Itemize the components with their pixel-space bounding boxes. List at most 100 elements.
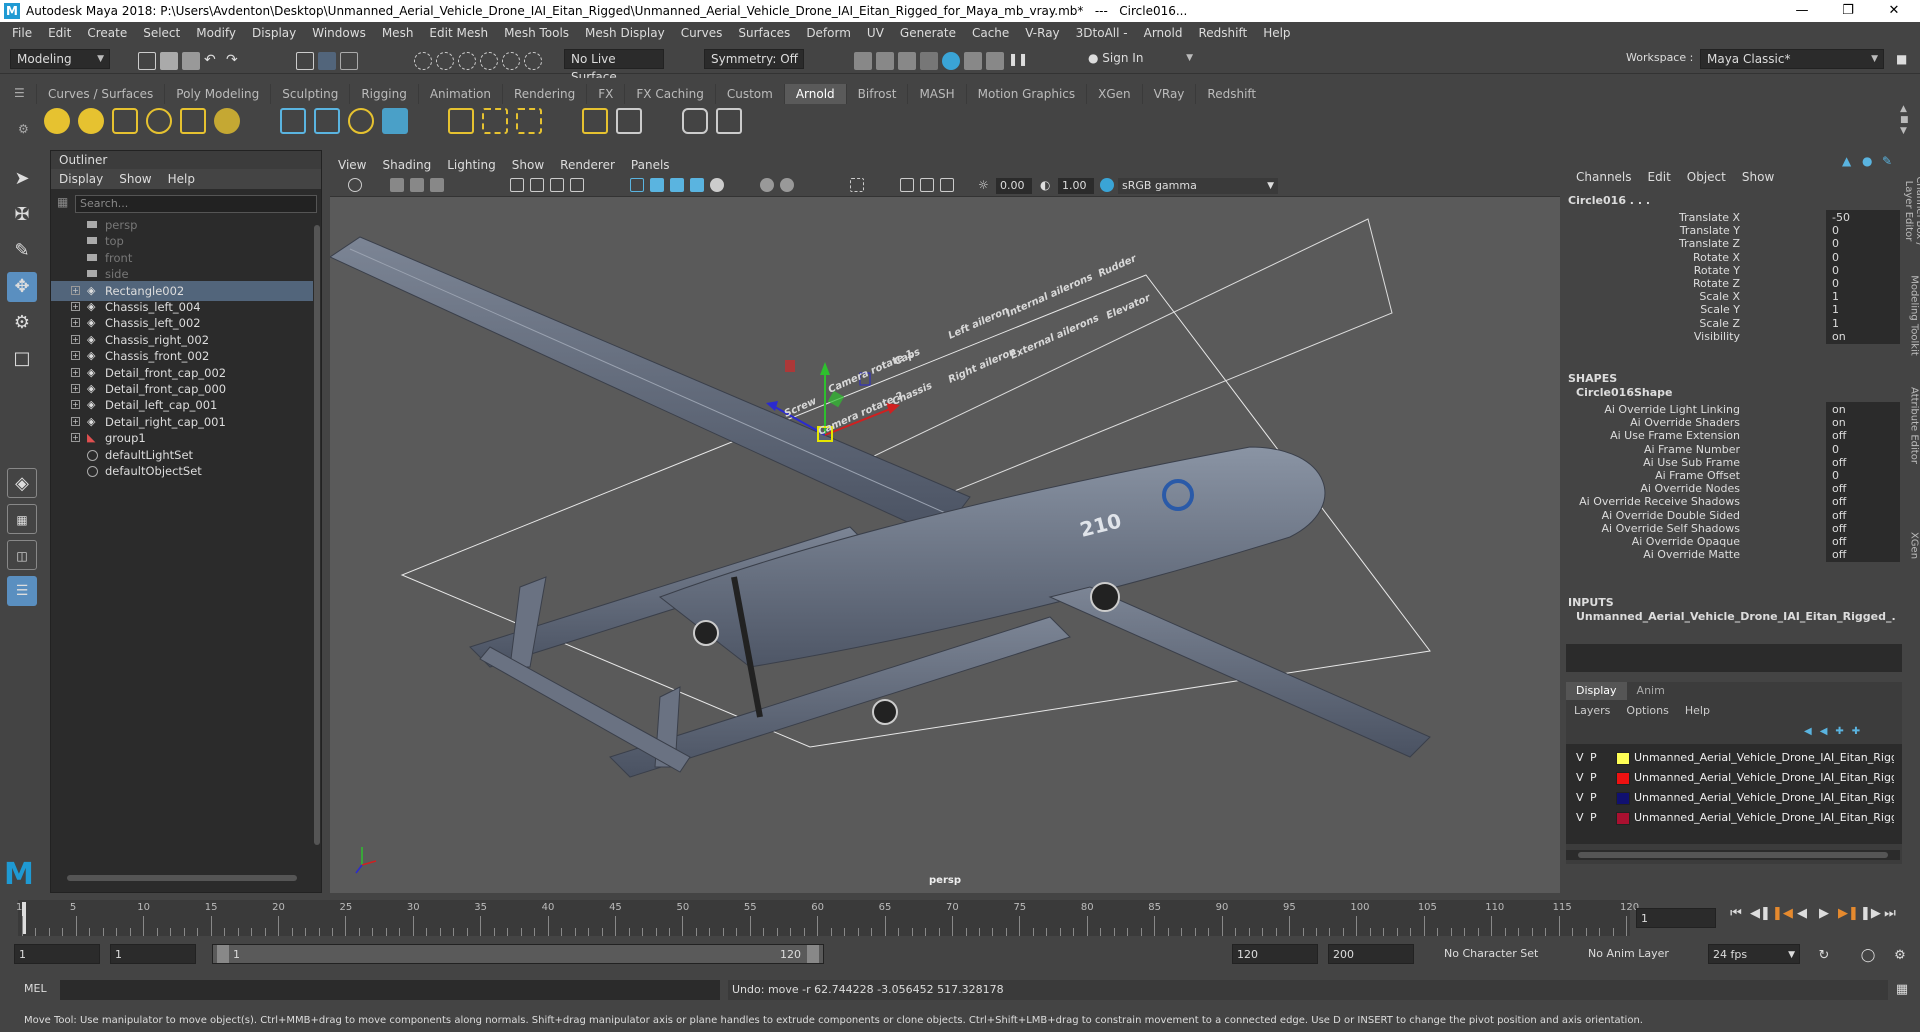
attribute-value-field[interactable]: off [1826, 547, 1900, 563]
command-input[interactable] [60, 980, 720, 1000]
range-start-handle[interactable] [217, 945, 229, 963]
current-frame-field[interactable]: 1 [1636, 908, 1716, 928]
image-plane-icon[interactable] [430, 178, 444, 192]
expand-icon[interactable]: + [71, 433, 80, 443]
skydome-light-icon[interactable] [146, 108, 172, 134]
volume-icon[interactable] [382, 108, 408, 134]
shelf-tab-xgen[interactable]: XGen [1086, 84, 1142, 104]
shelf-tab-arnold[interactable]: Arnold [783, 84, 846, 104]
mesh-light-icon[interactable] [180, 108, 206, 134]
color-space-dropdown[interactable]: sRGB gamma ▼ [1118, 178, 1278, 194]
shelf-tab-fx-caching[interactable]: FX Caching [624, 84, 714, 104]
outliner-item[interactable]: defaultObjectSet [51, 461, 313, 481]
step-forward-frame-icon[interactable]: ▶❚ [1838, 906, 1859, 922]
layer-visibility-toggle[interactable]: V [1576, 768, 1584, 788]
shelf-tab-rigging[interactable]: Rigging [349, 84, 417, 104]
layer-playback-toggle[interactable]: P [1590, 788, 1597, 808]
area-light-icon[interactable] [78, 108, 104, 134]
expand-icon[interactable]: + [71, 318, 80, 328]
select-component-icon[interactable] [340, 52, 358, 70]
step-forward-key-icon[interactable]: ❚▶ [1860, 906, 1881, 922]
export-standin-icon[interactable] [314, 108, 340, 134]
mode-dropdown[interactable]: Modeling ▼ [10, 49, 110, 69]
layer-hscrollbar[interactable] [1566, 850, 1900, 860]
scale-tool-icon[interactable]: □ [7, 344, 37, 374]
anim-layer-dropdown[interactable]: No Anim Layer [1584, 944, 1694, 964]
layer-visibility-toggle[interactable]: V [1576, 748, 1584, 768]
menu-deform[interactable]: Deform [798, 26, 859, 40]
menu-3dtoall[interactable]: 3DtoAll - [1068, 26, 1136, 40]
point-light-icon[interactable] [44, 108, 70, 134]
step-back-frame-icon[interactable]: ❚◀ [1772, 906, 1793, 922]
spot-light-icon[interactable] [112, 108, 138, 134]
scene-canvas[interactable]: 210 Rudder Elevator Internal ailerons Ex… [330, 197, 1560, 893]
gizmo-y-arrow-icon[interactable] [820, 362, 830, 375]
menu-file[interactable]: File [4, 26, 40, 40]
side-tab-modeling-toolkit[interactable]: Modeling Toolkit [1909, 270, 1920, 362]
step-back-key-icon[interactable]: ◀❚ [1750, 906, 1771, 922]
range-slider[interactable]: 1 120 [212, 944, 824, 964]
save-scene-icon[interactable] [182, 52, 200, 70]
gizmo-yz-plane-handle[interactable] [785, 360, 795, 372]
side-tab-attribute-editor[interactable]: Attribute Editor [1909, 380, 1920, 472]
go-to-end-icon[interactable]: ⏭ [1882, 906, 1898, 922]
exposure-field[interactable]: 0.00 [996, 178, 1032, 194]
viewport-menu-panels[interactable]: Panels [623, 158, 678, 172]
smooth-shade-icon[interactable] [650, 178, 664, 192]
layer-menu-help[interactable]: Help [1677, 704, 1718, 717]
menu-windows[interactable]: Windows [304, 26, 374, 40]
snap-projected-icon[interactable] [480, 52, 498, 70]
outliner-menu-show[interactable]: Show [111, 172, 159, 186]
expand-icon[interactable]: + [71, 351, 80, 361]
range-end-handle[interactable] [807, 945, 819, 963]
shelf-tab-redshift[interactable]: Redshift [1195, 84, 1267, 104]
auto-key-icon[interactable]: ◯ [1860, 948, 1876, 964]
minimize-icon[interactable]: — [1780, 0, 1824, 22]
pause-icon[interactable]: ❚❚ [1008, 52, 1028, 70]
channel-box-toggle-icon[interactable]: ▲ [1842, 154, 1856, 168]
menu-display[interactable]: Display [244, 26, 304, 40]
xray-joints-icon[interactable] [920, 178, 934, 192]
shelf-tab-motion-graphics[interactable]: Motion Graphics [965, 84, 1087, 104]
shelf-tab-vray[interactable]: VRay [1141, 84, 1196, 104]
outliner-search-input[interactable]: Search... [75, 195, 317, 213]
shelf-tab-poly-modeling[interactable]: Poly Modeling [164, 84, 270, 104]
attribute-editor-icon[interactable]: ✎ [1882, 154, 1896, 168]
expand-icon[interactable]: + [71, 302, 80, 311]
wireframe-icon[interactable] [630, 178, 644, 192]
script-language-label[interactable]: MEL [24, 982, 47, 995]
layer-color-swatch[interactable] [1616, 772, 1630, 785]
display-layer-row[interactable]: V P Unmanned_Aerial_Vehicle_Drone_IAI_Eita… [1572, 768, 1894, 788]
ipr-render-icon[interactable] [876, 52, 894, 70]
scene-end-field[interactable]: 200 [1328, 944, 1414, 964]
menu-curves[interactable]: Curves [673, 26, 731, 40]
standin-icon[interactable] [280, 108, 306, 134]
exposure-icon[interactable]: ☼ [978, 178, 992, 192]
snap-view-plane-icon[interactable] [502, 52, 520, 70]
lights-icon[interactable] [710, 178, 724, 192]
play-render-icon[interactable] [716, 108, 742, 134]
curve-collector-icon[interactable] [348, 108, 374, 134]
layer-color-swatch[interactable] [1616, 812, 1630, 825]
outliner-menu-display[interactable]: Display [51, 172, 111, 186]
snap-grid-icon[interactable] [414, 52, 432, 70]
display-layer-row[interactable]: V P Unmanned_Aerial_Vehicle_Drone_IAI_Eita… [1572, 808, 1894, 828]
menu-modify[interactable]: Modify [188, 26, 244, 40]
layer-menu-options[interactable]: Options [1618, 704, 1676, 717]
menu-surfaces[interactable]: Surfaces [730, 26, 798, 40]
move-tool-icon[interactable]: ✥ [7, 272, 37, 302]
color-management-icon[interactable] [1100, 178, 1114, 192]
render-settings-icon[interactable] [898, 52, 916, 70]
layout-four-icon[interactable]: ▦ [7, 504, 37, 534]
layer-visibility-toggle[interactable]: V [1576, 788, 1584, 808]
viewport-menu-lighting[interactable]: Lighting [439, 158, 504, 172]
snap-live-icon[interactable] [524, 52, 542, 70]
textured-icon[interactable] [690, 178, 704, 192]
filter-icon[interactable]: ▦ [57, 195, 71, 209]
hypershade-icon[interactable] [920, 52, 938, 70]
shelf-tab-fx[interactable]: FX [586, 84, 624, 104]
new-scene-icon[interactable] [138, 52, 156, 70]
expand-icon[interactable]: + [71, 334, 80, 344]
menu-redshift[interactable]: Redshift [1190, 26, 1255, 40]
gizmo-z-arrow-icon[interactable] [766, 401, 778, 411]
